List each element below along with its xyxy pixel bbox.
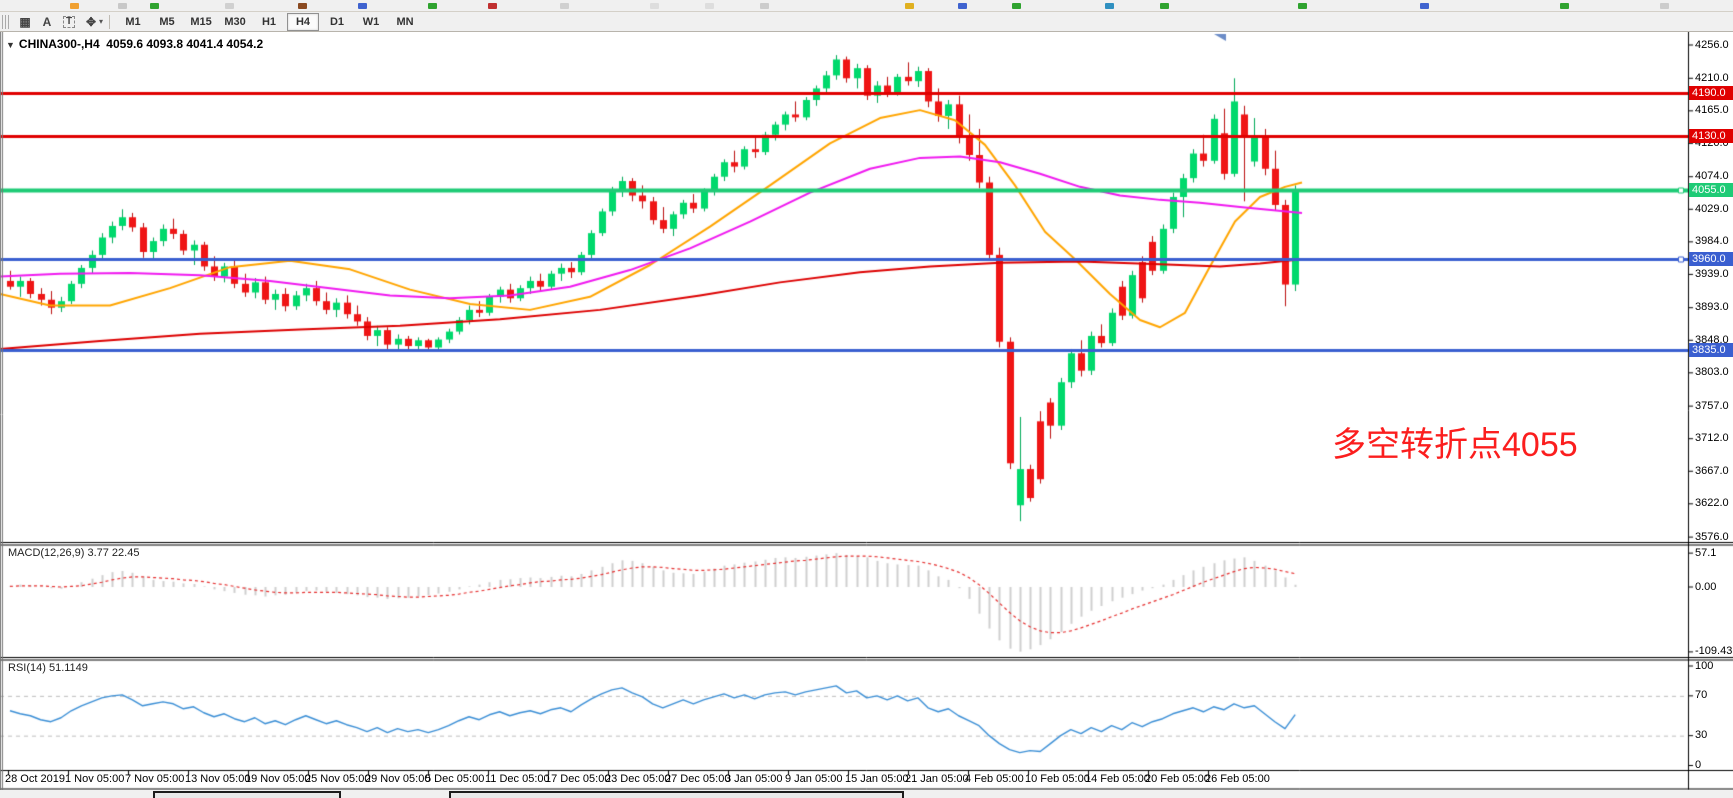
- toolbar-grip[interactable]: [2, 15, 10, 29]
- symbol-period-label: CHINA300-,H4: [19, 37, 100, 51]
- tick-chart-icon[interactable]: ▦: [14, 13, 36, 30]
- timeframe-button-m15[interactable]: M15: [185, 13, 217, 31]
- clipped-icon: [1298, 3, 1307, 9]
- clipped-windows-strip: [0, 790, 1733, 798]
- date-axis-label: 29 Nov 05:00: [365, 773, 430, 785]
- date-axis-label: 25 Nov 05:00: [305, 773, 370, 785]
- clipped-icon: [150, 3, 159, 9]
- date-axis-label: 9 Jan 05:00: [785, 773, 843, 785]
- clipped-icon: [760, 3, 769, 9]
- toolbar-separator: [109, 15, 110, 29]
- collapse-chart-icon[interactable]: ▼: [6, 40, 15, 50]
- clipped-icon: [225, 3, 234, 9]
- clipped-icon: [1012, 3, 1021, 9]
- price-tag[interactable]: 4190.0: [1689, 86, 1733, 100]
- mt4-terminal: ▦AT✥▾ M1M5M15M30H1H4D1W1MN ▼ CHINA300-,H4…: [0, 0, 1733, 798]
- timeframe-button-mn[interactable]: MN: [389, 13, 421, 31]
- date-axis-label: 19 Nov 05:00: [245, 773, 310, 785]
- price-axis-label: 3984.0: [1695, 235, 1729, 247]
- price-axis-label: 3893.0: [1695, 301, 1729, 313]
- date-axis-label: 20 Feb 05:00: [1145, 773, 1210, 785]
- date-axis-label: 10 Feb 05:00: [1025, 773, 1090, 785]
- price-tag[interactable]: 4055.0: [1689, 183, 1733, 197]
- chart-canvas[interactable]: [0, 0, 1733, 798]
- price-axis-label: 3576.0: [1695, 531, 1729, 543]
- date-axis-label: 28 Oct 2019: [5, 773, 65, 785]
- price-axis-label: 4210.0: [1695, 72, 1729, 84]
- macd-axis-label: -109.43: [1695, 645, 1732, 657]
- clipped-icon: [70, 3, 79, 9]
- letter-a-icon[interactable]: A: [36, 13, 58, 30]
- date-axis-label: 7 Nov 05:00: [125, 773, 184, 785]
- ohlc-values: 4059.6 4093.8 4041.4 4054.2: [106, 37, 263, 51]
- date-axis-label: 26 Feb 05:00: [1205, 773, 1270, 785]
- timeframe-button-d1[interactable]: D1: [321, 13, 353, 31]
- clipped-icon: [1105, 3, 1114, 9]
- clipped-toolbar-icons-row: [0, 0, 1733, 12]
- clipped-icon: [650, 3, 659, 9]
- clipped-icon: [1560, 3, 1569, 9]
- rsi-axis-label: 100: [1695, 660, 1713, 672]
- price-axis-label: 3939.0: [1695, 268, 1729, 280]
- text-box-icon[interactable]: T: [58, 13, 80, 30]
- timeframe-button-m30[interactable]: M30: [219, 13, 251, 31]
- rsi-axis-label: 0: [1695, 759, 1701, 771]
- clipped-icon: [1420, 3, 1429, 9]
- chart-title: ▼ CHINA300-,H4 4059.6 4093.8 4041.4 4054.…: [6, 37, 263, 51]
- date-axis-label: 3 Jan 05:00: [725, 773, 783, 785]
- price-axis-label: 4256.0: [1695, 39, 1729, 51]
- price-axis-label: 3622.0: [1695, 497, 1729, 509]
- rsi-axis-label: 70: [1695, 689, 1707, 701]
- date-axis-label: 27 Dec 05:00: [665, 773, 730, 785]
- price-tag[interactable]: 3960.0: [1689, 252, 1733, 266]
- clipped-icon: [118, 3, 127, 9]
- date-axis-label: 14 Feb 05:00: [1085, 773, 1150, 785]
- clipped-icon: [958, 3, 967, 9]
- date-axis-label: 11 Dec 05:00: [485, 773, 550, 785]
- chart-text-annotation[interactable]: 多空转折点4055: [1332, 417, 1578, 466]
- drawing-tools-group: ▦AT✥▾: [14, 13, 103, 30]
- macd-indicator-label: MACD(12,26,9) 3.77 22.45: [8, 547, 139, 559]
- toolbar: ▦AT✥▾ M1M5M15M30H1H4D1W1MN: [0, 12, 1733, 32]
- timeframe-bar: M1M5M15M30H1H4D1W1MN: [116, 13, 422, 31]
- rsi-axis-label: 30: [1695, 729, 1707, 741]
- timeframe-button-h1[interactable]: H1: [253, 13, 285, 31]
- clipped-icon: [428, 3, 437, 9]
- clipped-icon: [705, 3, 714, 9]
- clipped-window-top: [153, 791, 341, 798]
- price-tag[interactable]: 4130.0: [1689, 129, 1733, 143]
- timeframe-button-m1[interactable]: M1: [117, 13, 149, 31]
- macd-axis-label: 57.1: [1695, 547, 1716, 559]
- clipped-icon: [1160, 3, 1169, 9]
- clipped-icon: [358, 3, 367, 9]
- clipped-icon: [1660, 3, 1669, 9]
- date-axis-label: 1 Nov 05:00: [65, 773, 124, 785]
- date-axis-label: 23 Dec 05:00: [605, 773, 670, 785]
- date-axis-label: 4 Feb 05:00: [965, 773, 1024, 785]
- timeframe-button-m5[interactable]: M5: [151, 13, 183, 31]
- date-axis-label: 21 Jan 05:00: [905, 773, 969, 785]
- price-axis-label: 3667.0: [1695, 465, 1729, 477]
- dropdown-caret-icon[interactable]: ▾: [99, 17, 103, 26]
- clipped-icon: [560, 3, 569, 9]
- clipped-icon: [298, 3, 307, 9]
- date-axis-label: 13 Nov 05:00: [185, 773, 250, 785]
- price-axis-label: 4074.0: [1695, 170, 1729, 182]
- timeframe-button-w1[interactable]: W1: [355, 13, 387, 31]
- macd-axis-label: 0.00: [1695, 581, 1716, 593]
- date-axis-label: 5 Dec 05:00: [425, 773, 484, 785]
- clipped-window-top: [449, 791, 904, 798]
- price-axis-label: 3803.0: [1695, 366, 1729, 378]
- price-axis-label: 3757.0: [1695, 400, 1729, 412]
- clipped-icon: [905, 3, 914, 9]
- price-tag[interactable]: 3835.0: [1689, 343, 1733, 357]
- price-axis-label: 4165.0: [1695, 104, 1729, 116]
- rsi-indicator-label: RSI(14) 51.1149: [8, 662, 88, 674]
- clipped-icon: [488, 3, 497, 9]
- timeframe-button-h4[interactable]: H4: [287, 13, 319, 31]
- date-axis-label: 15 Jan 05:00: [845, 773, 909, 785]
- price-axis-label: 4029.0: [1695, 203, 1729, 215]
- date-axis-label: 17 Dec 05:00: [545, 773, 610, 785]
- price-axis-label: 3712.0: [1695, 432, 1729, 444]
